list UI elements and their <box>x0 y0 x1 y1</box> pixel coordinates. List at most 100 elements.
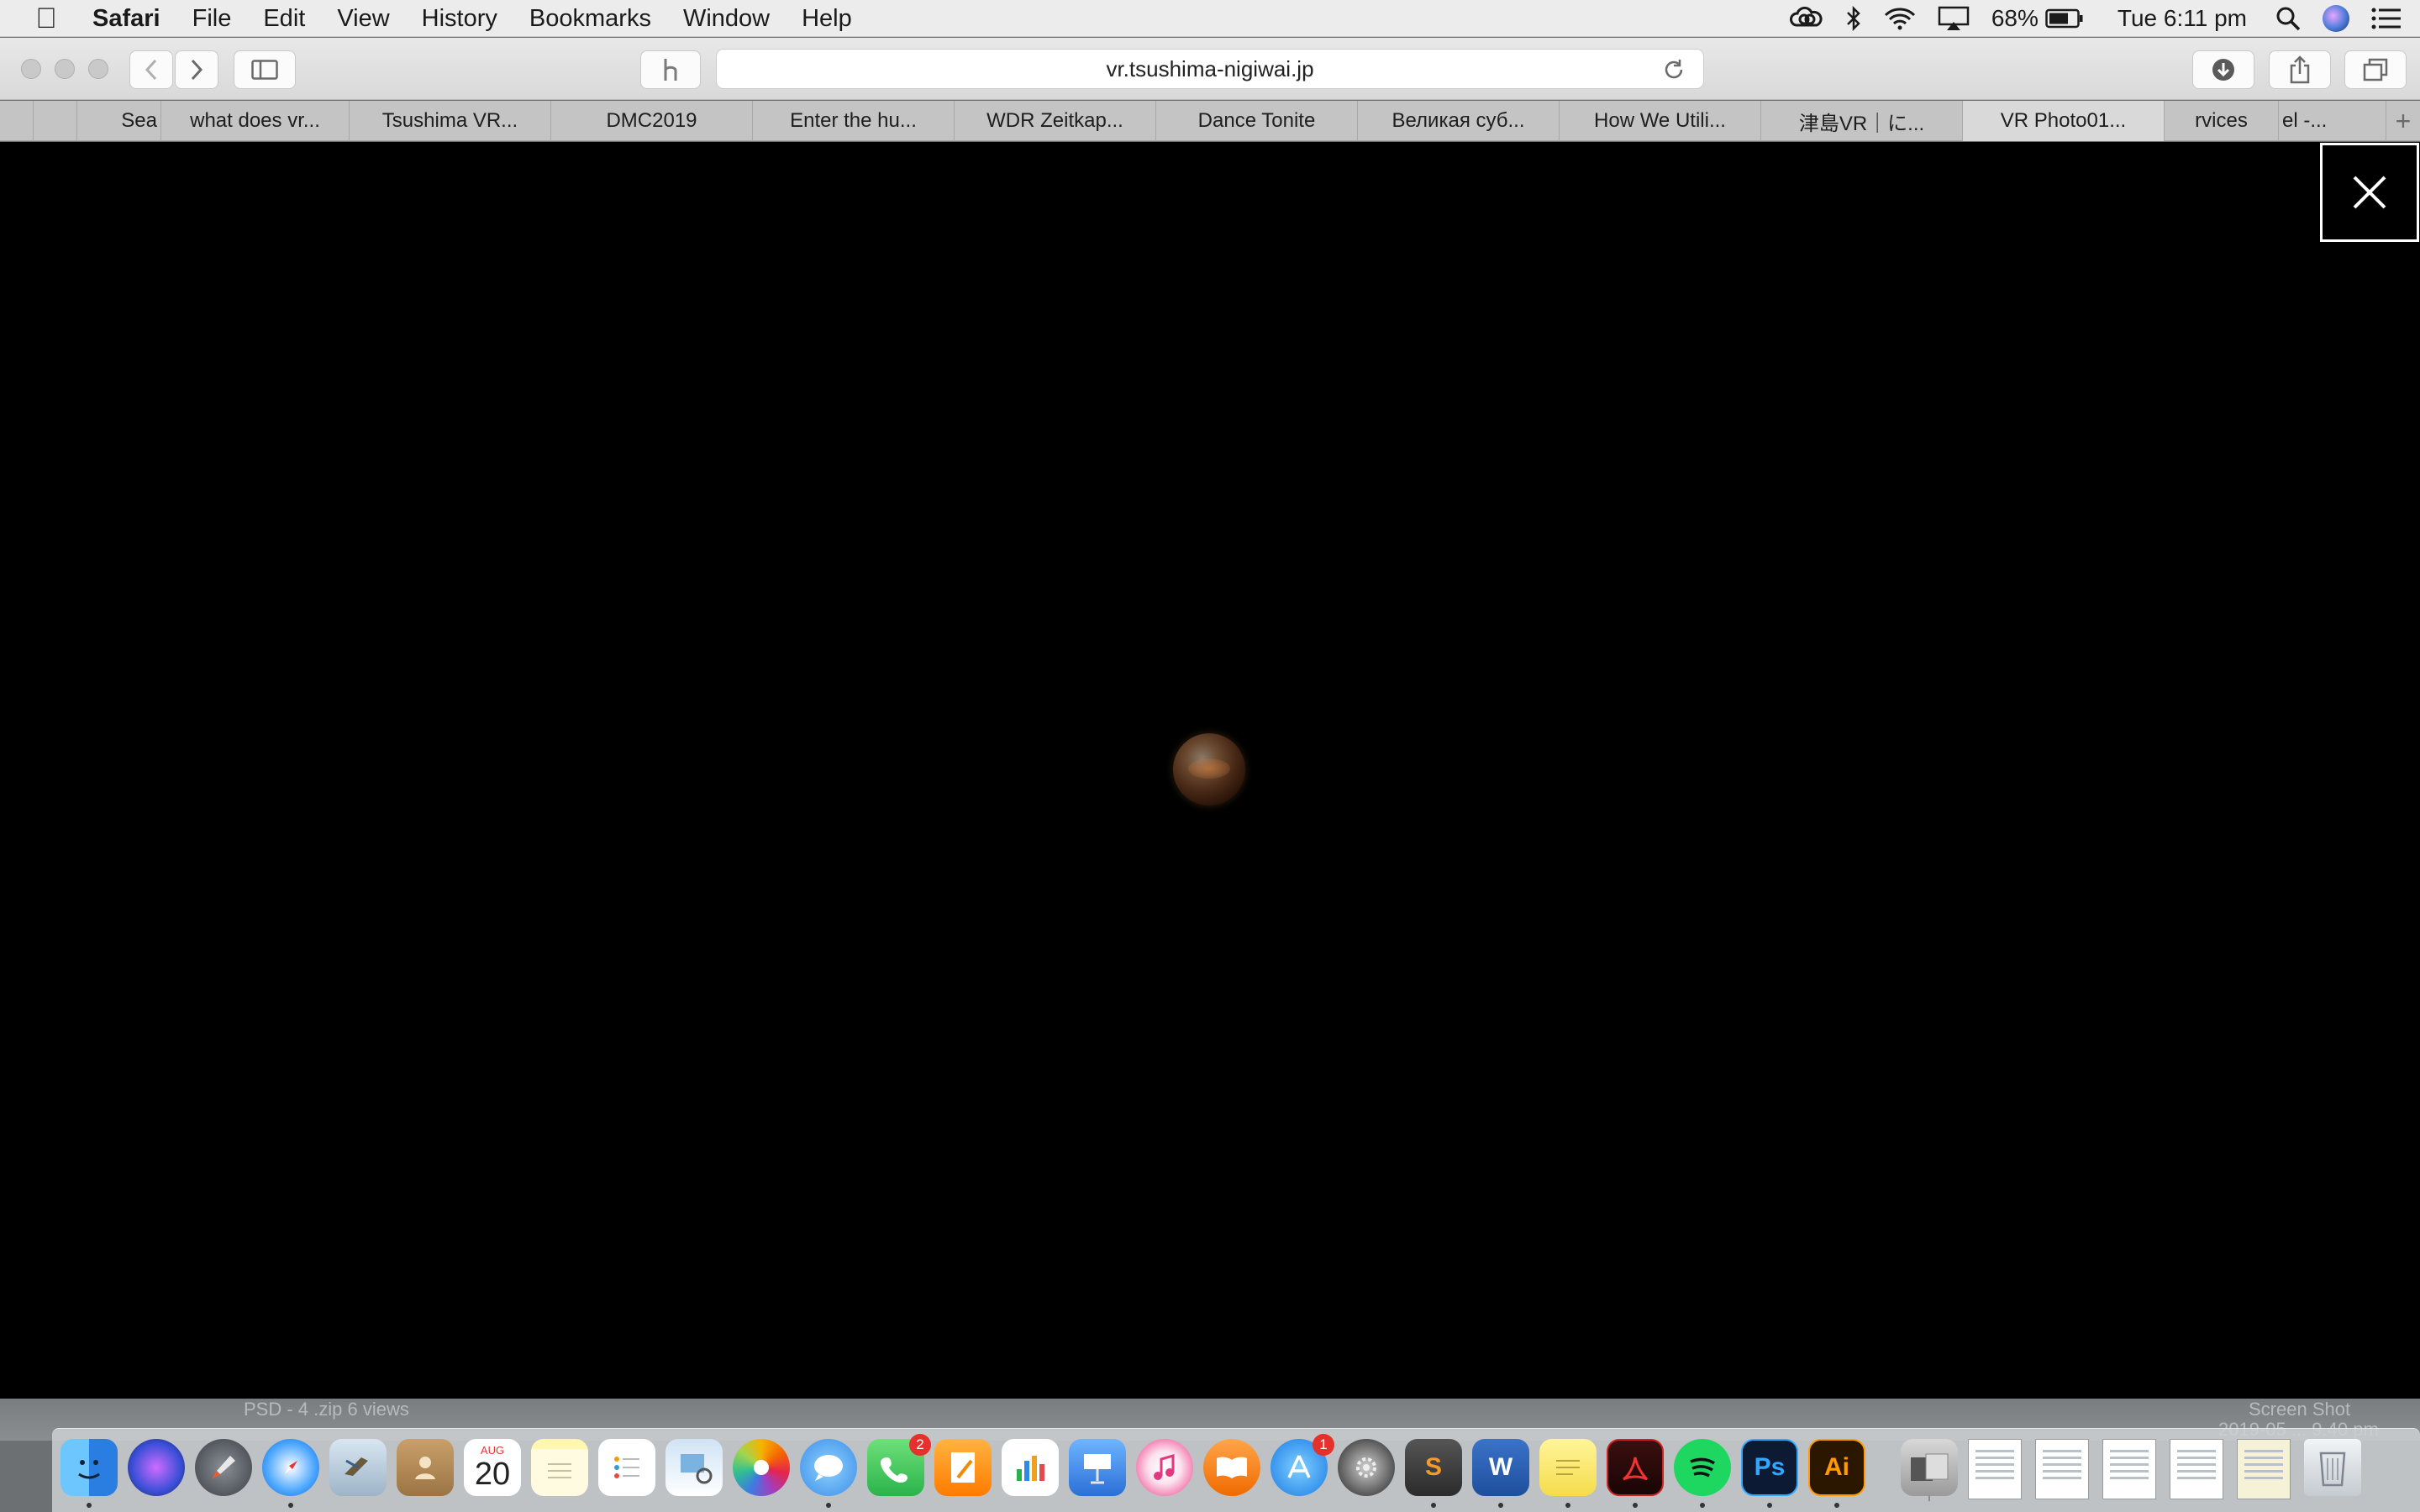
forward-button[interactable] <box>175 50 218 89</box>
spotlight-search-icon[interactable] <box>2275 0 2301 37</box>
menu-history[interactable]: History <box>422 0 497 37</box>
preview-icon[interactable] <box>666 1439 723 1496</box>
menu-help[interactable]: Help <box>802 0 852 37</box>
extension-button[interactable] <box>640 50 701 89</box>
apple-menu-icon[interactable]:  <box>0 0 92 37</box>
app-store-badge: 1 <box>1313 1434 1334 1456</box>
messages-icon[interactable] <box>800 1439 857 1496</box>
tab-services[interactable]: rvices <box>2165 101 2279 141</box>
photos-icon[interactable] <box>733 1439 790 1496</box>
notification-center-icon[interactable] <box>2371 0 2402 37</box>
pages-icon[interactable] <box>934 1439 992 1496</box>
tab-dmc2019[interactable]: DMC2019 <box>551 101 753 141</box>
tab-label: WDR Zeitkap... <box>986 109 1123 132</box>
tab-velikaya[interactable]: Великая суб... <box>1358 101 1560 141</box>
close-icon <box>2353 176 2386 209</box>
books-icon[interactable] <box>1203 1439 1260 1496</box>
tabs-overview-icon <box>2363 58 2388 81</box>
photoshop-icon[interactable]: Ps <box>1741 1439 1798 1496</box>
document-thumbnail[interactable] <box>2237 1439 2291 1499</box>
creative-cloud-icon[interactable] <box>1789 0 1823 37</box>
desktop-file-caption: PSD - 4 .zip 6 views <box>244 1399 409 1420</box>
back-button[interactable] <box>129 50 173 89</box>
downloads-stack-icon[interactable] <box>1901 1439 1958 1496</box>
tab-search[interactable]: Sea <box>77 101 161 141</box>
share-button[interactable] <box>2269 50 2331 89</box>
finder-icon[interactable] <box>60 1439 118 1496</box>
reload-icon[interactable] <box>1661 57 1686 82</box>
tab-label: DMC2019 <box>606 109 697 132</box>
tab-tsushima-vr-jp[interactable]: 津島VR｜に... <box>1761 101 1963 141</box>
tab-pinned-2[interactable] <box>34 101 77 141</box>
airplay-icon[interactable] <box>1938 0 1970 37</box>
window-close-button[interactable] <box>21 59 41 79</box>
menu-edit[interactable]: Edit <box>263 0 305 37</box>
document-thumbnail[interactable] <box>2035 1439 2089 1499</box>
itunes-icon[interactable] <box>1136 1439 1193 1496</box>
menu-safari[interactable]: Safari <box>92 0 160 37</box>
battery-percent: 68% <box>1991 5 2039 31</box>
download-icon <box>2212 59 2234 81</box>
address-bar[interactable]: vr.tsushima-nigiwai.jp <box>716 49 1704 89</box>
tab-pinned-1[interactable] <box>0 101 34 141</box>
close-viewer-button[interactable] <box>2320 143 2419 242</box>
mail-icon[interactable] <box>329 1439 387 1496</box>
keynote-icon[interactable] <box>1069 1439 1126 1496</box>
acrobat-icon[interactable] <box>1607 1439 1664 1496</box>
siri-icon[interactable] <box>2323 0 2349 37</box>
sidebar-icon <box>251 60 278 80</box>
tab-tsushima-vr[interactable]: Tsushima VR... <box>350 101 551 141</box>
honey-extension-icon <box>664 59 677 81</box>
contacts-icon[interactable] <box>397 1439 454 1496</box>
tab-bar: Sea what does vr... Tsushima VR... DMC20… <box>0 101 2420 141</box>
downloads-button[interactable] <box>2192 50 2254 89</box>
siri-dock-icon[interactable] <box>128 1439 185 1496</box>
tab-wdr-zeitkap[interactable]: WDR Zeitkap... <box>955 101 1156 141</box>
bluetooth-icon[interactable] <box>1845 0 1862 37</box>
trash-icon[interactable] <box>2304 1439 2361 1496</box>
numbers-icon[interactable] <box>1002 1439 1059 1496</box>
document-thumbnail[interactable] <box>1968 1439 2022 1499</box>
running-indicator <box>826 1503 831 1508</box>
menu-bookmarks[interactable]: Bookmarks <box>529 0 651 37</box>
window-minimize-button[interactable] <box>55 59 75 79</box>
document-thumbnail[interactable] <box>2102 1439 2156 1499</box>
tab-label: VR Photo01... <box>2000 109 2127 132</box>
tab-enter-the-hu[interactable]: Enter the hu... <box>753 101 955 141</box>
vr-panorama-sphere[interactable] <box>1173 733 1245 806</box>
window-zoom-button[interactable] <box>88 59 108 79</box>
stickies-icon[interactable] <box>1539 1439 1597 1496</box>
tab-el[interactable]: el -... <box>2279 101 2386 141</box>
spotify-icon[interactable] <box>1674 1439 1731 1496</box>
reminders-icon[interactable] <box>598 1439 655 1496</box>
sidebar-toggle-button[interactable] <box>234 50 296 89</box>
illustrator-icon[interactable]: Ai <box>1808 1439 1865 1496</box>
wifi-icon[interactable] <box>1884 0 1916 37</box>
tab-label: el -... <box>2282 109 2328 132</box>
system-preferences-icon[interactable] <box>1338 1439 1395 1496</box>
menu-file[interactable]: File <box>192 0 232 37</box>
app-store-icon[interactable]: 1 <box>1270 1434 1334 1496</box>
new-tab-button[interactable]: + <box>2386 101 2420 141</box>
menu-view[interactable]: View <box>337 0 389 37</box>
notes-icon[interactable] <box>531 1439 588 1496</box>
tab-label: rvices <box>2195 109 2248 132</box>
word-icon[interactable]: W <box>1472 1439 1529 1496</box>
tab-dance-tonite[interactable]: Dance Tonite <box>1156 101 1358 141</box>
tab-what-does-vr[interactable]: what does vr... <box>161 101 350 141</box>
launchpad-icon[interactable] <box>195 1439 252 1496</box>
document-thumbnail[interactable] <box>2170 1439 2223 1499</box>
desktop-screenshot-label: Screen Shot <box>2249 1399 2351 1420</box>
menu-window[interactable]: Window <box>683 0 770 37</box>
calendar-icon[interactable]: AUG 20 <box>464 1439 521 1496</box>
tab-overview-button[interactable] <box>2344 50 2407 89</box>
tab-how-we-utili[interactable]: How We Utili... <box>1560 101 1761 141</box>
tab-vr-photo01-active[interactable]: VR Photo01... <box>1963 101 2165 141</box>
facetime-icon[interactable]: 2 <box>867 1434 931 1496</box>
running-indicator <box>1431 1503 1436 1508</box>
battery-icon[interactable] <box>2045 0 2084 37</box>
safari-dock-icon[interactable] <box>262 1439 319 1496</box>
sublime-text-icon[interactable]: S <box>1405 1439 1462 1496</box>
menubar-clock[interactable]: Tue 6:11 pm <box>2118 0 2247 37</box>
running-indicator <box>87 1503 92 1508</box>
